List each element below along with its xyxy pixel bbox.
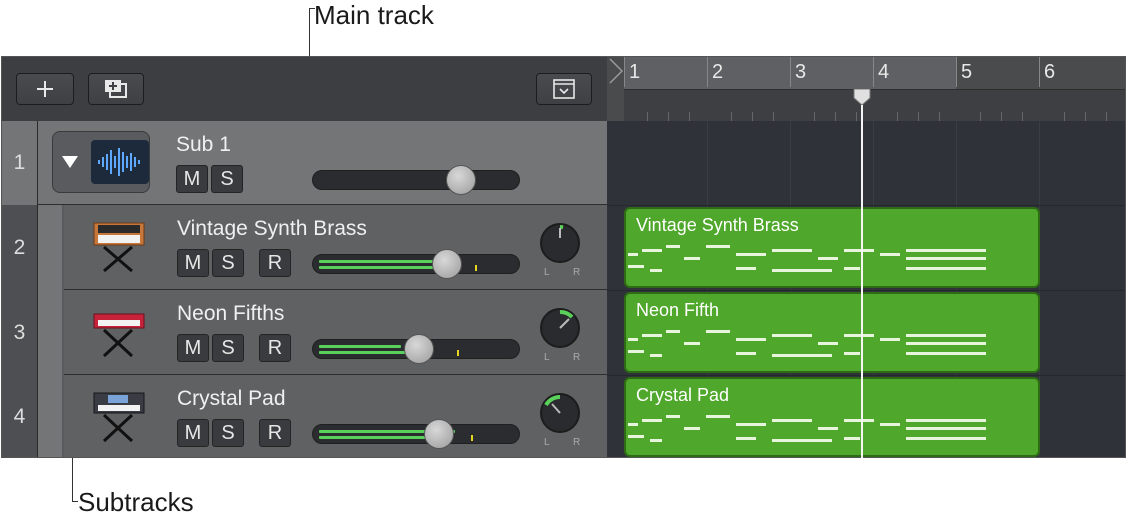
main-track-header[interactable]: Sub 1 M S [38, 121, 607, 205]
disclosure-triangle-icon[interactable] [61, 155, 79, 169]
solo-button[interactable]: S [212, 334, 244, 362]
dropdown-box-icon [553, 79, 575, 99]
volume-fader-handle[interactable] [446, 165, 476, 195]
track-list: 1 2 3 4 Sub 1 M S Vintage Synth Brass M … [2, 121, 607, 457]
ruler-left-arrow [609, 58, 624, 84]
plus-icon [37, 81, 53, 97]
peak-indicator [475, 265, 477, 271]
track-name[interactable]: Neon Fifths [177, 302, 284, 326]
volume-fader[interactable] [312, 424, 520, 444]
mute-button[interactable]: M [177, 419, 209, 447]
subtrack-header[interactable]: Neon Fifths M S R L R [64, 290, 607, 375]
add-track-button[interactable] [16, 73, 74, 105]
track-stack-strip [38, 205, 64, 457]
pan-left-label: L [544, 437, 550, 448]
record-enable-button[interactable]: R [259, 249, 291, 277]
track-number-3: 3 [2, 290, 38, 375]
playhead[interactable] [861, 90, 863, 458]
volume-fader-handle[interactable] [424, 419, 454, 449]
global-tracks-button[interactable] [536, 73, 592, 105]
volume-fader-handle[interactable] [404, 334, 434, 364]
solo-button[interactable]: S [211, 165, 243, 193]
subtrack-header[interactable]: Crystal Pad M S R L R [64, 375, 607, 457]
duplicate-track-button[interactable] [88, 73, 144, 105]
callout-subtracks: Subtracks [78, 487, 194, 517]
analog-synth-icon [93, 222, 145, 273]
volume-fader[interactable] [312, 254, 520, 274]
mute-button[interactable]: M [176, 165, 208, 193]
track-name[interactable]: Vintage Synth Brass [177, 217, 367, 241]
pan-left-label: L [544, 267, 550, 278]
peak-indicator [457, 350, 459, 356]
red-keyboard-icon [93, 313, 145, 358]
solo-button[interactable]: S [212, 419, 244, 447]
bar-number-2: 2 [712, 61, 724, 83]
ruler-subdivisions [624, 89, 1125, 122]
level-meter [319, 345, 401, 348]
level-meter [319, 260, 437, 263]
record-enable-button[interactable]: R [259, 419, 291, 447]
peak-indicator [471, 435, 473, 441]
record-enable-button[interactable]: R [259, 334, 291, 362]
pan-knob[interactable] [540, 308, 580, 348]
track-number-1: 1 [2, 121, 38, 205]
subtrack-header[interactable]: Vintage Synth Brass M S R L R [64, 205, 607, 290]
logic-tracks-window: 1 2 3 4 5 6 1 2 3 4 Sub 1 M S Vintage Sy… [1, 56, 1126, 458]
midi-region[interactable]: Crystal Pad [624, 377, 1040, 457]
bar-number-4: 4 [878, 61, 890, 83]
playhead-handle[interactable] [852, 89, 872, 105]
volume-fader-handle[interactable] [432, 249, 462, 279]
bar-number-3: 3 [795, 61, 807, 83]
track-number-4: 4 [2, 375, 38, 457]
pan-right-label: R [573, 437, 581, 448]
workstation-keyboard-icon [93, 392, 145, 443]
duplicate-track-icon [105, 80, 127, 98]
solo-button[interactable]: S [212, 249, 244, 277]
region-name: Vintage Synth Brass [636, 215, 799, 235]
mute-button[interactable]: M [177, 334, 209, 362]
mute-button[interactable]: M [177, 249, 209, 277]
pan-right-label: R [573, 267, 581, 278]
track-name[interactable]: Sub 1 [176, 133, 231, 157]
pan-right-label: R [573, 352, 581, 363]
bar-number-5: 5 [961, 61, 973, 83]
track-name[interactable]: Crystal Pad [177, 387, 286, 411]
track-icon-box[interactable] [52, 131, 150, 193]
tracks-area[interactable]: Vintage Synth Brass Neon Fifth Crystal P [607, 121, 1125, 457]
waveform-icon [91, 140, 149, 184]
bar-number-6: 6 [1044, 61, 1056, 83]
region-name: Neon Fifth [636, 300, 720, 320]
bar-number-1: 1 [629, 61, 641, 83]
track-header-toolbar [2, 57, 607, 122]
pan-left-label: L [544, 352, 550, 363]
track-number-2: 2 [2, 205, 38, 290]
pan-knob[interactable] [540, 393, 580, 433]
volume-fader[interactable] [312, 170, 520, 190]
midi-region[interactable]: Neon Fifth [624, 292, 1040, 373]
callout-main-track: Main track [314, 0, 434, 30]
region-name: Crystal Pad [636, 385, 730, 405]
midi-region[interactable]: Vintage Synth Brass [624, 207, 1040, 288]
pan-knob[interactable] [540, 223, 580, 263]
